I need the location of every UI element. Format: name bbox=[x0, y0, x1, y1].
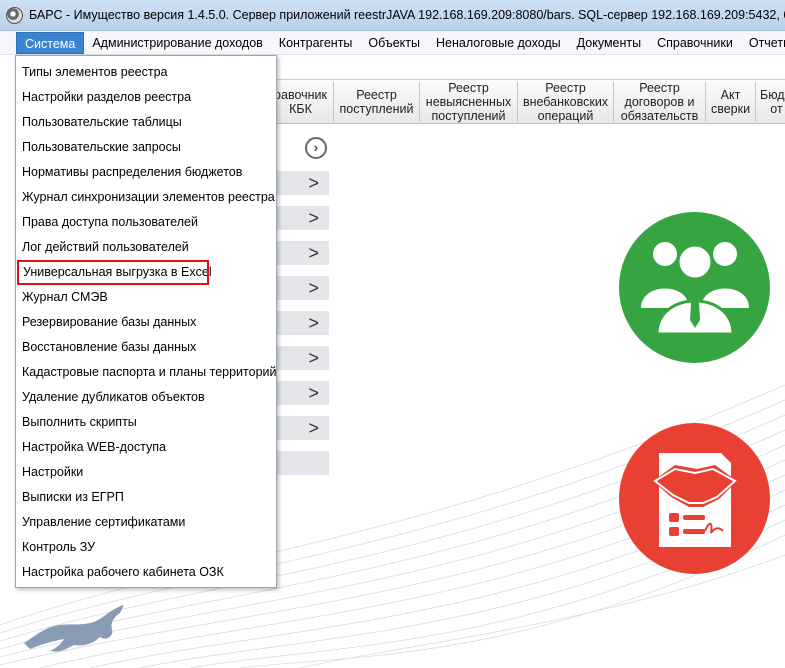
chevron-right-icon: > bbox=[308, 347, 319, 368]
menu-reports[interactable]: Отчеты bbox=[741, 32, 785, 54]
menu-system[interactable]: Система bbox=[16, 31, 85, 54]
toolbar-unclarified-receipts-button[interactable]: Реестр невыясненных поступлений bbox=[420, 80, 518, 123]
toolbar-button-label: Реестр невыясненных поступлений bbox=[425, 80, 512, 123]
toolbar-contracts-registry-button[interactable]: Реестр договоров и обязательств bbox=[614, 80, 706, 123]
toolbar-button-label: Реестр договоров и обязательств bbox=[620, 80, 699, 123]
toolbar-button-label: Реестр поступлений bbox=[339, 87, 414, 116]
menu-revenue-admin[interactable]: Администрирование доходов bbox=[84, 32, 270, 54]
toolbar-button-label: Реестр внебанковских операций bbox=[522, 80, 609, 123]
menu-item-user-tables[interactable]: Пользовательские таблицы bbox=[16, 110, 276, 135]
chevron-right-icon: > bbox=[308, 417, 319, 438]
menu-item-land-control[interactable]: Контроль ЗУ bbox=[16, 535, 276, 560]
menu-item-ozk-cabinet[interactable]: Настройка рабочего кабинета ОЗК bbox=[16, 560, 276, 585]
chevron-right-circle-icon[interactable]: › bbox=[305, 137, 327, 159]
users-tile[interactable] bbox=[619, 212, 770, 363]
chevron-right-icon: > bbox=[308, 382, 319, 403]
menu-item-run-scripts[interactable]: Выполнить скрипты bbox=[16, 410, 276, 435]
menu-item-excel-export[interactable]: Универсальная выгрузка в Excel bbox=[17, 260, 212, 285]
toolbar-button-label: Акт сверки bbox=[710, 87, 751, 116]
menu-directories[interactable]: Справочники bbox=[649, 32, 741, 54]
chevron-right-icon: > bbox=[308, 277, 319, 298]
toolbar-reconciliation-act-button[interactable]: Акт сверки bbox=[706, 81, 756, 122]
menu-item-remove-duplicates[interactable]: Удаление дубликатов объектов bbox=[16, 385, 276, 410]
menu-objects[interactable]: Объекты bbox=[360, 32, 428, 54]
menu-bar: Система Администрирование доходов Контра… bbox=[0, 31, 785, 55]
menu-item-egrp-extracts[interactable]: Выписки из ЕГРП bbox=[16, 485, 276, 510]
sidebar-row[interactable]: > bbox=[270, 346, 329, 370]
menu-item-db-backup[interactable]: Резервирование базы данных bbox=[16, 310, 276, 335]
menu-item-smev-journal[interactable]: Журнал СМЭВ bbox=[16, 285, 276, 310]
sidebar-row[interactable]: > bbox=[270, 241, 329, 265]
menu-item-db-restore[interactable]: Восстановление базы данных bbox=[16, 335, 276, 360]
sidebar-row[interactable]: > bbox=[270, 311, 329, 335]
sidebar-row[interactable]: > bbox=[270, 206, 329, 230]
menu-item-user-queries[interactable]: Пользовательские запросы bbox=[16, 135, 276, 160]
handshake-contract-icon bbox=[653, 453, 737, 547]
chevron-right-icon: > bbox=[308, 172, 319, 193]
contracts-tile[interactable] bbox=[619, 423, 770, 574]
sidebar-row[interactable]: > bbox=[270, 171, 329, 195]
sidebar-row[interactable] bbox=[270, 451, 329, 475]
sidebar-row[interactable]: > bbox=[270, 381, 329, 405]
menu-item-cadastral-passports[interactable]: Кадастровые паспорта и планы территорий bbox=[16, 360, 277, 385]
toolbar-budget-button[interactable]: Бюдж от bbox=[756, 82, 785, 122]
toolbar-button-label: равочник КБК bbox=[274, 87, 327, 116]
sidebar-row[interactable]: > bbox=[270, 276, 329, 300]
menu-item-access-rights[interactable]: Права доступа пользователей bbox=[16, 210, 276, 235]
menu-item-user-action-log[interactable]: Лог действий пользователей bbox=[16, 235, 276, 260]
system-menu-dropdown: Типы элементов реестра Настройки раздело… bbox=[15, 55, 277, 588]
chevron-right-icon: > bbox=[308, 312, 319, 333]
users-group-icon bbox=[641, 242, 749, 336]
window-title: БАРС - Имущество версия 1.4.5.0. Сервер … bbox=[29, 8, 785, 22]
cheetah-logo bbox=[24, 605, 124, 652]
menu-documents[interactable]: Документы bbox=[569, 32, 649, 54]
toolbar: равочник КБК Реестр поступлений Реестр н… bbox=[260, 79, 785, 124]
toolbar-button-label: Бюдж от bbox=[760, 87, 785, 116]
sidebar-row[interactable]: > bbox=[270, 416, 329, 440]
app-icon bbox=[6, 6, 23, 24]
menu-item-web-access[interactable]: Настройка WEB-доступа bbox=[16, 435, 276, 460]
menu-counterparties[interactable]: Контрагенты bbox=[271, 32, 361, 54]
title-bar: БАРС - Имущество версия 1.4.5.0. Сервер … bbox=[0, 0, 785, 31]
chevron-right-icon: > bbox=[308, 242, 319, 263]
menu-item-certificates[interactable]: Управление сертификатами bbox=[16, 510, 276, 535]
menu-nontax-revenue[interactable]: Неналоговые доходы bbox=[428, 32, 569, 54]
menu-item-sync-journal[interactable]: Журнал синхронизации элементов реестра bbox=[16, 185, 276, 210]
chevron-right-icon: > bbox=[308, 207, 319, 228]
menu-item-section-settings[interactable]: Настройки разделов реестра bbox=[16, 85, 276, 110]
menu-item-budget-norms[interactable]: Нормативы распределения бюджетов bbox=[16, 160, 276, 185]
toolbar-receipts-registry-button[interactable]: Реестр поступлений bbox=[334, 81, 420, 122]
toolbar-nonbank-operations-button[interactable]: Реестр внебанковских операций bbox=[518, 80, 614, 123]
menu-item-element-types[interactable]: Типы элементов реестра bbox=[16, 60, 276, 85]
menu-item-settings[interactable]: Настройки bbox=[16, 460, 276, 485]
